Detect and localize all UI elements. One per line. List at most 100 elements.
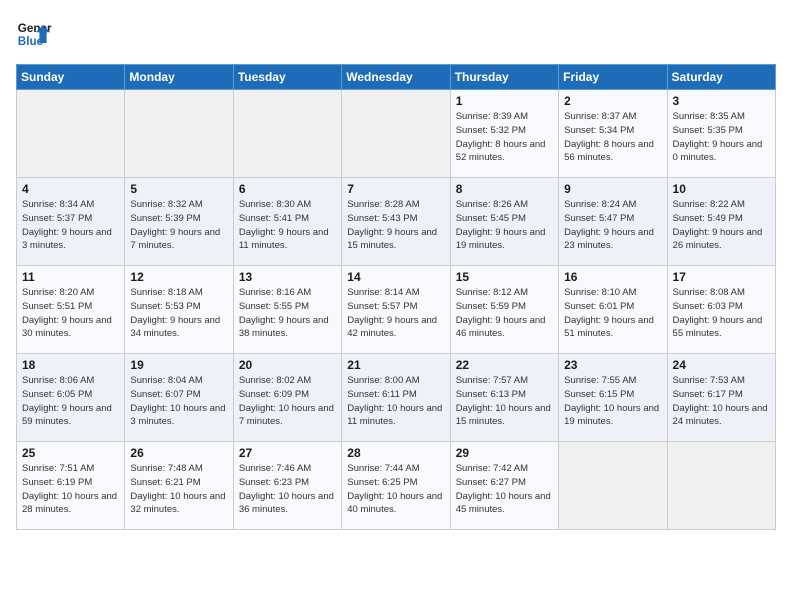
calendar-cell: 12 Sunrise: 8:18 AM Sunset: 5:53 PM Dayli… bbox=[125, 266, 233, 354]
calendar-cell: 13 Sunrise: 8:16 AM Sunset: 5:55 PM Dayli… bbox=[233, 266, 341, 354]
day-info: Sunrise: 7:42 AM Sunset: 6:27 PM Dayligh… bbox=[456, 462, 553, 517]
day-info: Sunrise: 8:35 AM Sunset: 5:35 PM Dayligh… bbox=[673, 110, 770, 165]
day-number: 28 bbox=[347, 446, 444, 460]
day-info: Sunrise: 7:55 AM Sunset: 6:15 PM Dayligh… bbox=[564, 374, 661, 429]
day-number: 23 bbox=[564, 358, 661, 372]
page-header: General Blue bbox=[16, 16, 776, 52]
day-number: 7 bbox=[347, 182, 444, 196]
calendar-cell: 10 Sunrise: 8:22 AM Sunset: 5:49 PM Dayli… bbox=[667, 178, 775, 266]
day-info: Sunrise: 8:26 AM Sunset: 5:45 PM Dayligh… bbox=[456, 198, 553, 253]
calendar-cell bbox=[667, 442, 775, 530]
day-header-saturday: Saturday bbox=[667, 65, 775, 90]
day-number: 24 bbox=[673, 358, 770, 372]
day-number: 5 bbox=[130, 182, 227, 196]
day-number: 3 bbox=[673, 94, 770, 108]
calendar-cell: 17 Sunrise: 8:08 AM Sunset: 6:03 PM Dayli… bbox=[667, 266, 775, 354]
day-number: 6 bbox=[239, 182, 336, 196]
day-info: Sunrise: 8:24 AM Sunset: 5:47 PM Dayligh… bbox=[564, 198, 661, 253]
calendar-cell bbox=[233, 90, 341, 178]
day-info: Sunrise: 8:06 AM Sunset: 6:05 PM Dayligh… bbox=[22, 374, 119, 429]
week-row-4: 18 Sunrise: 8:06 AM Sunset: 6:05 PM Dayli… bbox=[17, 354, 776, 442]
day-number: 22 bbox=[456, 358, 553, 372]
calendar-cell: 24 Sunrise: 7:53 AM Sunset: 6:17 PM Dayli… bbox=[667, 354, 775, 442]
day-info: Sunrise: 8:32 AM Sunset: 5:39 PM Dayligh… bbox=[130, 198, 227, 253]
calendar-cell bbox=[17, 90, 125, 178]
day-info: Sunrise: 8:28 AM Sunset: 5:43 PM Dayligh… bbox=[347, 198, 444, 253]
calendar-cell bbox=[559, 442, 667, 530]
calendar-cell: 4 Sunrise: 8:34 AM Sunset: 5:37 PM Daylig… bbox=[17, 178, 125, 266]
day-info: Sunrise: 8:39 AM Sunset: 5:32 PM Dayligh… bbox=[456, 110, 553, 165]
day-number: 29 bbox=[456, 446, 553, 460]
calendar-cell: 28 Sunrise: 7:44 AM Sunset: 6:25 PM Dayli… bbox=[342, 442, 450, 530]
day-number: 11 bbox=[22, 270, 119, 284]
day-info: Sunrise: 8:22 AM Sunset: 5:49 PM Dayligh… bbox=[673, 198, 770, 253]
day-number: 14 bbox=[347, 270, 444, 284]
calendar-cell bbox=[125, 90, 233, 178]
calendar-table: SundayMondayTuesdayWednesdayThursdayFrid… bbox=[16, 64, 776, 530]
day-info: Sunrise: 8:10 AM Sunset: 6:01 PM Dayligh… bbox=[564, 286, 661, 341]
week-row-5: 25 Sunrise: 7:51 AM Sunset: 6:19 PM Dayli… bbox=[17, 442, 776, 530]
calendar-cell: 3 Sunrise: 8:35 AM Sunset: 5:35 PM Daylig… bbox=[667, 90, 775, 178]
day-info: Sunrise: 7:48 AM Sunset: 6:21 PM Dayligh… bbox=[130, 462, 227, 517]
logo-icon: General Blue bbox=[16, 16, 52, 52]
calendar-cell: 25 Sunrise: 7:51 AM Sunset: 6:19 PM Dayli… bbox=[17, 442, 125, 530]
day-info: Sunrise: 7:44 AM Sunset: 6:25 PM Dayligh… bbox=[347, 462, 444, 517]
day-info: Sunrise: 8:16 AM Sunset: 5:55 PM Dayligh… bbox=[239, 286, 336, 341]
day-number: 15 bbox=[456, 270, 553, 284]
day-header-friday: Friday bbox=[559, 65, 667, 90]
day-info: Sunrise: 8:00 AM Sunset: 6:11 PM Dayligh… bbox=[347, 374, 444, 429]
calendar-body: 1 Sunrise: 8:39 AM Sunset: 5:32 PM Daylig… bbox=[17, 90, 776, 530]
day-info: Sunrise: 7:46 AM Sunset: 6:23 PM Dayligh… bbox=[239, 462, 336, 517]
calendar-cell: 5 Sunrise: 8:32 AM Sunset: 5:39 PM Daylig… bbox=[125, 178, 233, 266]
week-row-1: 1 Sunrise: 8:39 AM Sunset: 5:32 PM Daylig… bbox=[17, 90, 776, 178]
calendar-cell: 6Sunrise: 8:30 AM Sunset: 5:41 PM Daylig… bbox=[233, 178, 341, 266]
calendar-cell: 18 Sunrise: 8:06 AM Sunset: 6:05 PM Dayli… bbox=[17, 354, 125, 442]
calendar-cell bbox=[342, 90, 450, 178]
calendar-cell: 11 Sunrise: 8:20 AM Sunset: 5:51 PM Dayli… bbox=[17, 266, 125, 354]
calendar-cell: 21 Sunrise: 8:00 AM Sunset: 6:11 PM Dayli… bbox=[342, 354, 450, 442]
day-info: Sunrise: 7:57 AM Sunset: 6:13 PM Dayligh… bbox=[456, 374, 553, 429]
calendar-cell: 15 Sunrise: 8:12 AM Sunset: 5:59 PM Dayli… bbox=[450, 266, 558, 354]
calendar-cell: 29 Sunrise: 7:42 AM Sunset: 6:27 PM Dayli… bbox=[450, 442, 558, 530]
day-info: Sunrise: 7:53 AM Sunset: 6:17 PM Dayligh… bbox=[673, 374, 770, 429]
calendar-cell: 1 Sunrise: 8:39 AM Sunset: 5:32 PM Daylig… bbox=[450, 90, 558, 178]
day-info: Sunrise: 8:04 AM Sunset: 6:07 PM Dayligh… bbox=[130, 374, 227, 429]
day-number: 10 bbox=[673, 182, 770, 196]
day-number: 16 bbox=[564, 270, 661, 284]
day-number: 21 bbox=[347, 358, 444, 372]
day-number: 18 bbox=[22, 358, 119, 372]
calendar-cell: 26 Sunrise: 7:48 AM Sunset: 6:21 PM Dayli… bbox=[125, 442, 233, 530]
day-header-sunday: Sunday bbox=[17, 65, 125, 90]
day-number: 8 bbox=[456, 182, 553, 196]
week-row-3: 11 Sunrise: 8:20 AM Sunset: 5:51 PM Dayli… bbox=[17, 266, 776, 354]
calendar-cell: 7 Sunrise: 8:28 AM Sunset: 5:43 PM Daylig… bbox=[342, 178, 450, 266]
day-number: 19 bbox=[130, 358, 227, 372]
calendar-cell: 2Sunrise: 8:37 AM Sunset: 5:34 PM Daylig… bbox=[559, 90, 667, 178]
day-info: Sunrise: 7:51 AM Sunset: 6:19 PM Dayligh… bbox=[22, 462, 119, 517]
day-number: 26 bbox=[130, 446, 227, 460]
calendar-cell: 16 Sunrise: 8:10 AM Sunset: 6:01 PM Dayli… bbox=[559, 266, 667, 354]
day-info: Sunrise: 8:08 AM Sunset: 6:03 PM Dayligh… bbox=[673, 286, 770, 341]
day-info: Sunrise: 8:18 AM Sunset: 5:53 PM Dayligh… bbox=[130, 286, 227, 341]
calendar-cell: 8 Sunrise: 8:26 AM Sunset: 5:45 PM Daylig… bbox=[450, 178, 558, 266]
day-number: 4 bbox=[22, 182, 119, 196]
day-info: Sunrise: 8:20 AM Sunset: 5:51 PM Dayligh… bbox=[22, 286, 119, 341]
calendar-header-row: SundayMondayTuesdayWednesdayThursdayFrid… bbox=[17, 65, 776, 90]
day-info: Sunrise: 8:12 AM Sunset: 5:59 PM Dayligh… bbox=[456, 286, 553, 341]
day-number: 25 bbox=[22, 446, 119, 460]
calendar-cell: 19 Sunrise: 8:04 AM Sunset: 6:07 PM Dayli… bbox=[125, 354, 233, 442]
day-info: Sunrise: 8:34 AM Sunset: 5:37 PM Dayligh… bbox=[22, 198, 119, 253]
day-number: 27 bbox=[239, 446, 336, 460]
day-number: 12 bbox=[130, 270, 227, 284]
day-info: Sunrise: 8:14 AM Sunset: 5:57 PM Dayligh… bbox=[347, 286, 444, 341]
day-number: 1 bbox=[456, 94, 553, 108]
logo: General Blue bbox=[16, 16, 52, 52]
day-info: Sunrise: 8:02 AM Sunset: 6:09 PM Dayligh… bbox=[239, 374, 336, 429]
day-number: 17 bbox=[673, 270, 770, 284]
calendar-cell: 20Sunrise: 8:02 AM Sunset: 6:09 PM Dayli… bbox=[233, 354, 341, 442]
day-header-tuesday: Tuesday bbox=[233, 65, 341, 90]
calendar-cell: 9Sunrise: 8:24 AM Sunset: 5:47 PM Daylig… bbox=[559, 178, 667, 266]
day-number: 2 bbox=[564, 94, 661, 108]
day-number: 13 bbox=[239, 270, 336, 284]
day-header-thursday: Thursday bbox=[450, 65, 558, 90]
